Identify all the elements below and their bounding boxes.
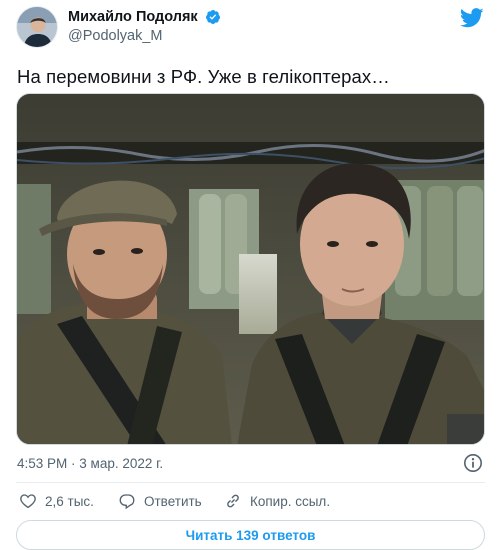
avatar[interactable] <box>16 6 58 48</box>
display-name[interactable]: Михайло Подоляк <box>68 8 198 26</box>
tweet-header: Михайло Подоляк @Podolyak_M <box>16 6 486 50</box>
like-count: 2,6 тыс. <box>45 493 94 509</box>
tweet-text: На перемовини з РФ. Уже в гелікоптерах… <box>17 66 390 87</box>
link-icon <box>227 494 239 508</box>
copy-link-label: Копир. ссыл. <box>250 493 331 509</box>
copy-link-button[interactable]: Копир. ссыл. <box>224 490 330 512</box>
divider <box>16 482 485 483</box>
handle[interactable]: @Podolyak_M <box>68 26 221 46</box>
twitter-bird-icon[interactable] <box>459 8 484 28</box>
reply-button[interactable]: Ответить <box>118 490 202 512</box>
read-replies-button[interactable]: Читать 139 ответов <box>16 520 485 550</box>
like-button[interactable]: 2,6 тыс. <box>19 490 94 512</box>
reply-label: Ответить <box>144 493 202 509</box>
tweet-card: Михайло Подоляк @Podolyak_M На перемовин… <box>0 0 497 550</box>
heart-icon <box>20 494 36 509</box>
tweet-photo[interactable] <box>16 93 485 445</box>
info-icon[interactable] <box>463 453 483 473</box>
action-bar: 2,6 тыс. Ответить Копир. ссыл. <box>16 490 485 512</box>
tweet-timestamp[interactable]: 4:53 PM · 3 мар. 2022 г. <box>17 455 163 473</box>
reply-icon <box>119 494 135 510</box>
verified-badge-icon <box>205 9 221 25</box>
author-block: Михайло Подоляк @Podolyak_M <box>68 8 221 46</box>
